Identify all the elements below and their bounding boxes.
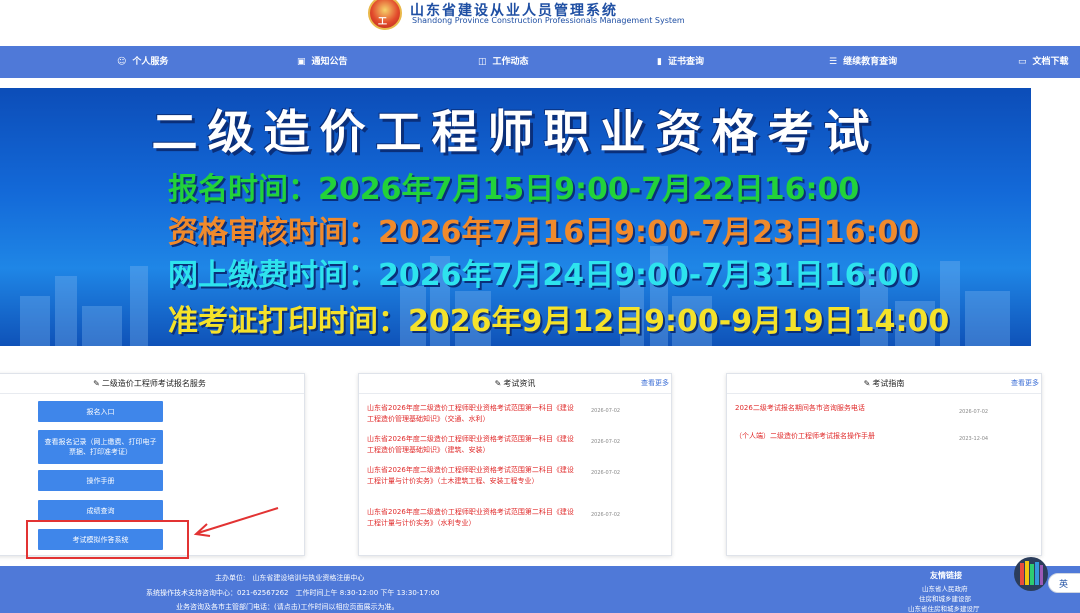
people-icon: ☺ [117, 57, 127, 67]
exam-news-more-link[interactable]: 查看更多 [641, 378, 669, 388]
emblem-text: 工 [378, 17, 388, 27]
banner-admission-print-time: 准考证打印时间：2026年9月12日9:00-9月19日14:00 [168, 304, 950, 339]
exam-news-header: ✎ 考试资讯 [359, 374, 671, 394]
nav-item-work-news[interactable]: ◫ 工作动态 [478, 46, 529, 78]
nav-label: 文档下载 [1032, 57, 1069, 67]
nav-label: 个人服务 [132, 57, 169, 67]
red-arrow-icon [193, 507, 279, 537]
notice-icon: ▣ [297, 57, 306, 67]
news-item[interactable]: 山东省2026年度二级造价工程师职业资格考试范围第二科目《建设工程计量与计价实务… [367, 507, 575, 529]
site-subtitle: Shandong Province Construction Professio… [412, 16, 685, 25]
registration-entry-button[interactable]: 报名入口 [38, 401, 163, 422]
news-item[interactable]: 山东省2026年度二级造价工程师职业资格考试范围第一科目《建设工程造价管理基础知… [367, 434, 575, 456]
guide-date: 2023-12-04 [959, 436, 989, 442]
book-icon: ◫ [478, 57, 487, 67]
nav-label: 继续教育查询 [843, 57, 898, 67]
news-date: 2026-07-02 [591, 512, 621, 518]
pencils-graphic [1020, 561, 1043, 585]
pen-icon: ✎ [863, 379, 871, 388]
nav-item-continuing-education[interactable]: ☰ 继续教育查询 [829, 46, 897, 78]
nav-item-personal-service[interactable]: ☺ 个人服务 [117, 46, 168, 78]
language-toggle[interactable]: 英 [1048, 573, 1080, 593]
exam-news-panel: ✎ 考试资讯 查看更多 山东省2026年度二级造价工程师职业资格考试范围第一科目《… [358, 373, 672, 556]
news-date: 2026-07-02 [591, 439, 621, 445]
list-icon: ☰ [829, 57, 838, 67]
banner-registration-time: 报名时间：2026年7月15日9:00-7月22日16:00 [168, 172, 860, 207]
banner-payment-time: 网上缴费时间：2026年7月24日9:00-7月31日16:00 [168, 258, 920, 293]
guide-item[interactable]: （个人端）二级造价工程师考试报名操作手册 [735, 431, 955, 442]
floating-widget[interactable]: 英 [1012, 557, 1080, 597]
friend-link-ministry-housing[interactable]: 住房和城乡建设部 [919, 593, 971, 603]
operation-manual-button[interactable]: 操作手册 [38, 470, 163, 491]
friend-link-provincial-housing-dept[interactable]: 山东省住房和城乡建设厅 [908, 603, 980, 613]
view-registration-records-button[interactable]: 查看报名记录（网上缴费、打印电子票据、打印准考证） [38, 430, 163, 464]
page: 工 山东省建设从业人员管理系统 Shandong Province Constr… [0, 0, 1080, 613]
footer-support: 系统操作技术支持咨询中心：021-62567262 工作时间上午 8:30-12… [146, 589, 440, 597]
main-nav: ☺ 个人服务 ▣ 通知公告 ◫ 工作动态 ▮ 证书查询 ☰ 继续教育查询 ▭ 文档下载 [0, 46, 1080, 78]
footer-sponsor: 主办单位: 山东省建设培训与执业资格注册中心 [215, 574, 365, 582]
exam-guide-more-link[interactable]: 查看更多 [1011, 378, 1039, 388]
nav-item-notice[interactable]: ▣ 通知公告 [297, 46, 348, 78]
exam-news-title: 考试资讯 [503, 379, 536, 388]
footer-business[interactable]: 业务咨询及各市主管部门电话：(请点击)工作时间以相应页面展示为准。 [176, 602, 398, 612]
news-item[interactable]: 山东省2026年度二级造价工程师职业资格考试范围第二科目《建设工程计量与计价实务… [367, 465, 575, 487]
nav-label: 工作动态 [492, 57, 529, 67]
exam-guide-title: 考试指南 [872, 379, 905, 388]
nav-item-downloads[interactable]: ▭ 文档下载 [1018, 46, 1069, 78]
certificate-icon: ▮ [657, 57, 662, 67]
site-footer: 主办单位: 山东省建设培训与执业资格注册中心 系统操作技术支持咨询中心：021-… [0, 566, 1080, 613]
news-date: 2026-07-02 [591, 470, 621, 476]
nav-label: 证书查询 [667, 57, 704, 67]
banner-review-time: 资格审核时间：2026年7月16日9:00-7月23日16:00 [168, 215, 920, 250]
emblem-logo: 工 [368, 0, 402, 30]
pencils-icon [1014, 557, 1048, 591]
news-date: 2026-07-02 [591, 408, 621, 414]
folder-icon: ▭ [1018, 57, 1027, 67]
exam-banner[interactable]: 二级造价工程师职业资格考试 报名时间：2026年7月15日9:00-7月22日1… [0, 88, 1031, 346]
highlight-box [26, 520, 189, 559]
pen-icon: ✎ [494, 379, 502, 388]
score-query-button[interactable]: 成绩查询 [38, 500, 163, 521]
guide-item[interactable]: 2026二级考试报名期间各市咨询服务电话 [735, 403, 955, 414]
nav-item-certificate-query[interactable]: ▮ 证书查询 [657, 46, 704, 78]
service-panel-header: ✎ 二级造价工程师考试报名服务 [0, 374, 304, 394]
banner-title: 二级造价工程师职业资格考试 [151, 105, 880, 159]
nav-label: 通知公告 [311, 57, 348, 67]
pen-icon: ✎ [93, 379, 100, 388]
exam-guide-panel: ✎ 考试指南 查看更多 2026二级考试报名期间各市咨询服务电话 2026-07-… [726, 373, 1042, 556]
site-header: 工 山东省建设从业人员管理系统 Shandong Province Constr… [0, 0, 1080, 46]
friend-links-title: 友情链接 [930, 571, 962, 580]
guide-date: 2026-07-02 [959, 409, 989, 415]
friend-link-provincial-government[interactable]: 山东省人民政府 [922, 583, 968, 593]
language-label: 英 [1059, 580, 1069, 590]
service-panel-title: 二级造价工程师考试报名服务 [101, 379, 206, 388]
exam-guide-header: ✎ 考试指南 [727, 374, 1041, 394]
news-item[interactable]: 山东省2026年度二级造价工程师职业资格考试范围第一科目《建设工程造价管理基础知… [367, 403, 575, 425]
